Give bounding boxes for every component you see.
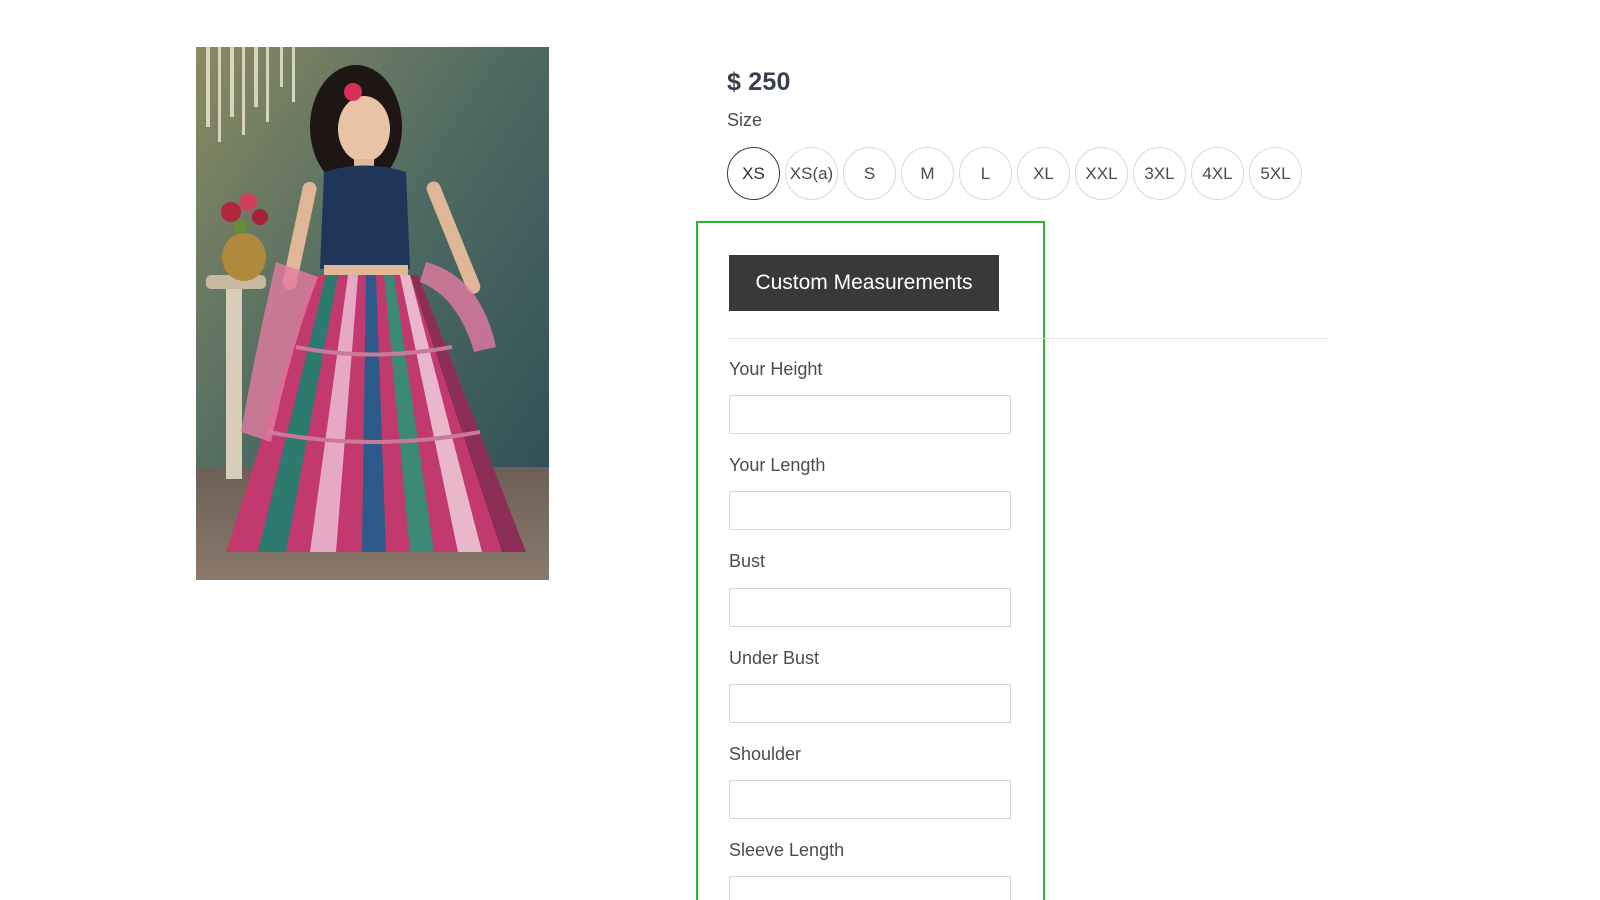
under-bust-input[interactable] [729,684,1011,723]
your-height-input[interactable] [729,395,1011,434]
your-height-label: Your Height [729,359,823,379]
size-option-xxl[interactable]: XXL [1075,147,1128,200]
size-option-4xl[interactable]: 4XL [1191,147,1244,200]
size-option-3xl[interactable]: 3XL [1133,147,1186,200]
custom-measurements-button[interactable]: Custom Measurements [729,255,999,311]
section-divider [729,338,1327,339]
size-option-xs[interactable]: XS [727,147,780,200]
bust-input[interactable] [729,588,1011,627]
size-label: Size [727,110,763,130]
size-option-5xl[interactable]: 5XL [1249,147,1302,200]
size-option-xl[interactable]: XL [1017,147,1070,200]
shoulder-label: Shoulder [729,744,802,764]
your-length-label: Your Length [729,455,826,475]
shoulder-input[interactable] [729,780,1011,819]
size-option-m[interactable]: M [901,147,954,200]
your-length-input[interactable] [729,491,1011,530]
size-selector: XS XS(a) S M L XL XXL 3XL 4XL 5XL [727,147,1302,200]
bust-label: Bust [729,551,766,571]
sleeve-length-input[interactable] [729,876,1011,900]
product-image[interactable] [196,47,549,580]
under-bust-label: Under Bust [729,648,820,668]
product-page: $ 250 Size XS XS(a) S M L XL XXL 3XL 4XL… [0,0,1600,900]
sleeve-length-label: Sleeve Length [729,840,845,860]
size-option-s[interactable]: S [843,147,896,200]
product-photo-illustration [196,47,549,580]
size-option-l[interactable]: L [959,147,1012,200]
size-option-xs-a[interactable]: XS(a) [785,147,838,200]
product-price: $ 250 [727,68,791,96]
